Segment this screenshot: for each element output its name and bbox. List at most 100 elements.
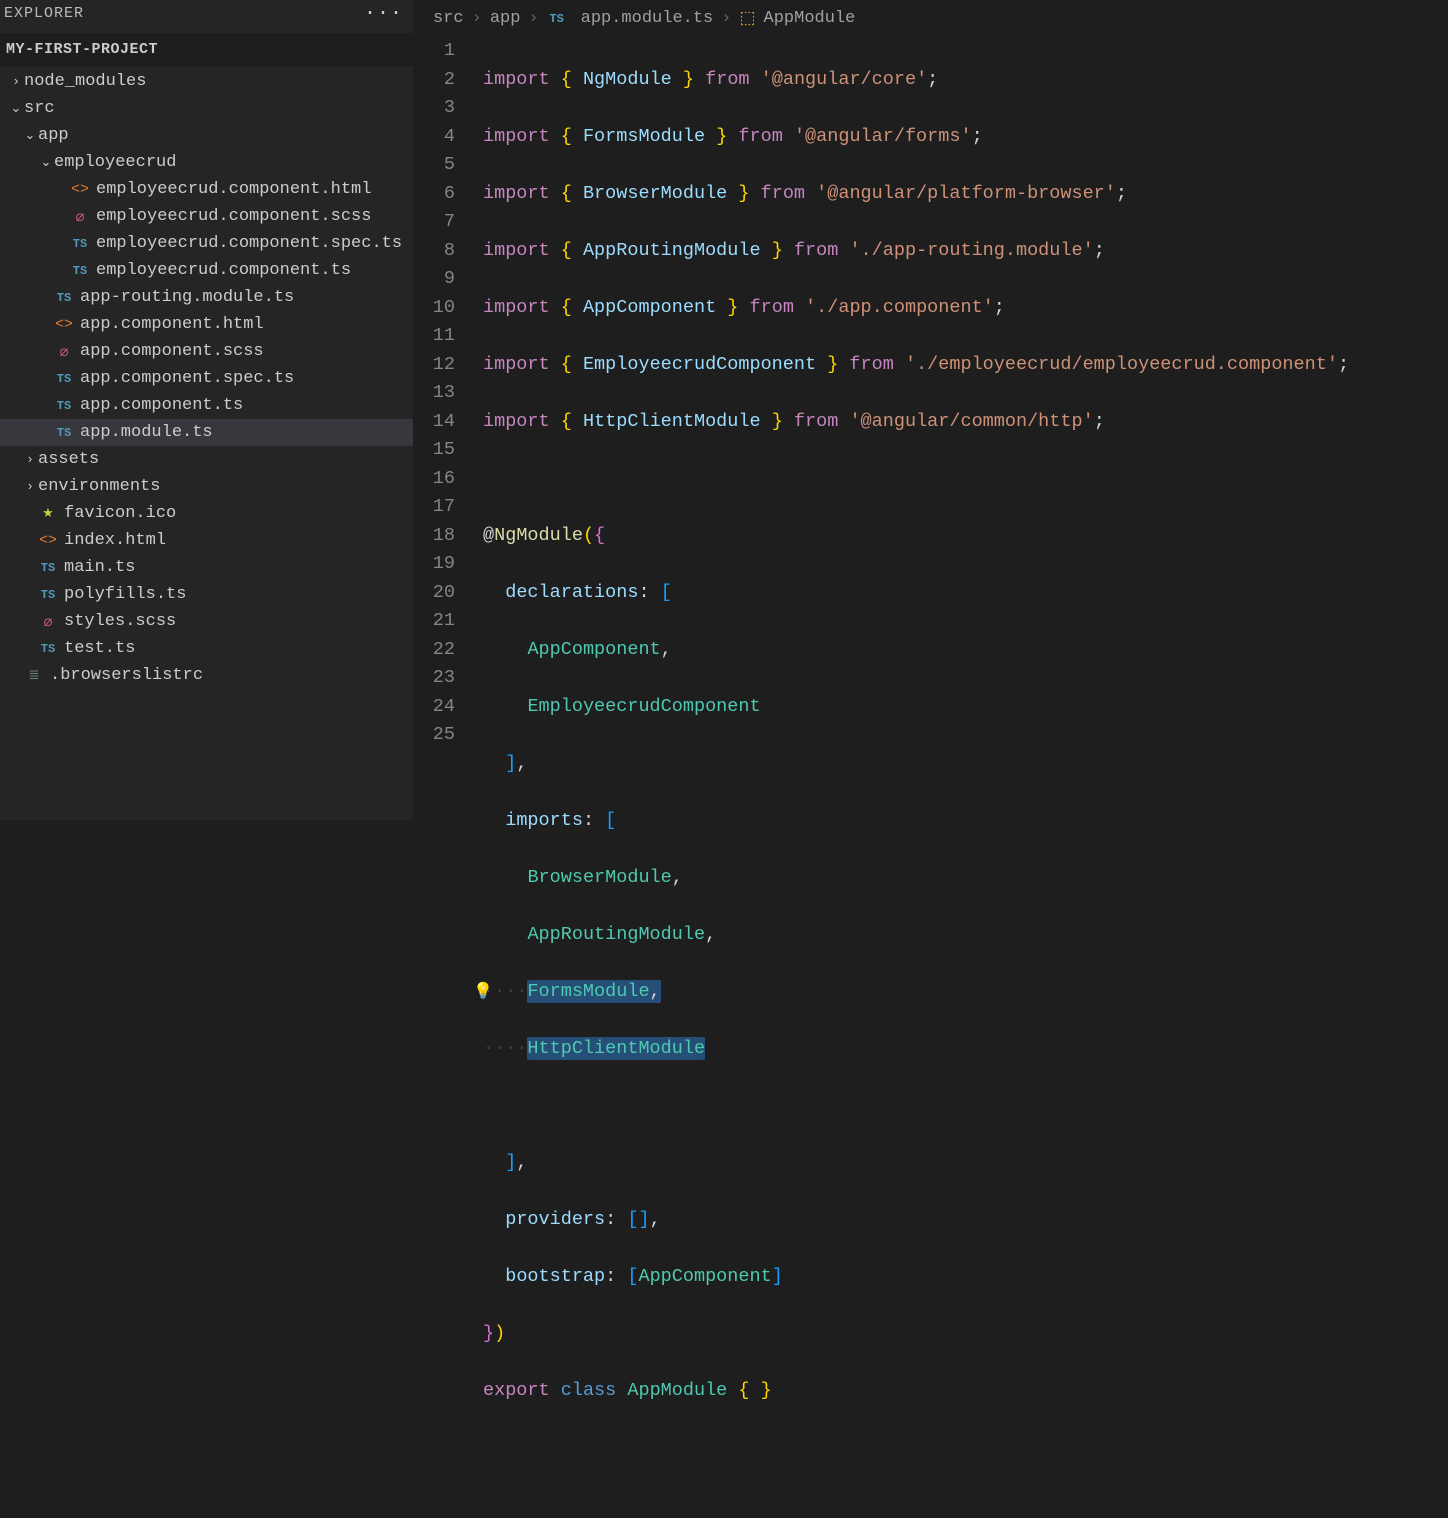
breadcrumb-part[interactable]: app.module.ts: [581, 9, 714, 28]
tree-item[interactable]: ⌄src: [0, 95, 413, 122]
tree-item-label: environments: [38, 477, 160, 496]
line-number: 21: [423, 607, 455, 636]
chevron-icon: ⌄: [22, 128, 38, 143]
html-file-icon: <>: [70, 181, 90, 198]
tree-item[interactable]: TSapp-routing.module.ts: [0, 284, 413, 311]
tree-item[interactable]: <>index.html: [0, 527, 413, 554]
tree-item[interactable]: TSapp.component.ts: [0, 392, 413, 419]
line-number: 14: [423, 408, 455, 437]
breadcrumb-part[interactable]: src: [433, 9, 464, 28]
line-number: 18: [423, 522, 455, 551]
breadcrumb-part[interactable]: app: [490, 9, 521, 28]
tree-item[interactable]: ⌀app.component.scss: [0, 338, 413, 365]
tree-item[interactable]: TS employeecrud.component.ts: [0, 257, 413, 284]
tree-item[interactable]: TS app.component.spec.ts: [0, 365, 413, 392]
tree-item[interactable]: ›node_modules: [0, 68, 413, 95]
ts-file-icon: TS: [547, 12, 567, 26]
config-file-icon: ≣: [24, 668, 44, 683]
line-number: 17: [423, 493, 455, 522]
ts-file-icon: TS: [54, 372, 74, 386]
line-number: 16: [423, 465, 455, 494]
tree-item[interactable]: TSemployeecrud.component.spec.ts: [0, 230, 413, 257]
tree-item-label: test.ts: [64, 639, 135, 658]
line-number: 5: [423, 151, 455, 180]
tree-item-label: employeecrud: [54, 153, 176, 172]
tree-item[interactable]: ★ favicon.ico: [0, 500, 413, 527]
tree-item-label: app.component.html: [80, 315, 264, 334]
tree-item[interactable]: ›environments: [0, 473, 413, 500]
tree-item[interactable]: TSpolyfills.ts: [0, 581, 413, 608]
tree-item[interactable]: ⌀ employeecrud.component.scss: [0, 203, 413, 230]
ts-file-icon: TS: [38, 561, 58, 575]
ts-file-icon: TS: [70, 237, 90, 251]
line-number: 8: [423, 237, 455, 266]
tree-item-label: .browserslistrc: [50, 666, 203, 685]
tree-item-label: main.ts: [64, 558, 135, 577]
tree-item[interactable]: ⌄employeecrud: [0, 149, 413, 176]
tree-item-label: app: [38, 126, 69, 145]
html-file-icon: <>: [38, 532, 58, 549]
lightbulb-icon[interactable]: 💡: [473, 978, 493, 1007]
line-number: 23: [423, 664, 455, 693]
favicon-icon: ★: [38, 506, 58, 521]
tree-item[interactable]: <> employeecrud.component.html: [0, 176, 413, 203]
line-number: 13: [423, 379, 455, 408]
file-tree: ›node_modules⌄src⌄app⌄employeecrud<>empl…: [0, 66, 413, 689]
code-editor[interactable]: 1234567891011121314151617181920212223242…: [413, 37, 1448, 1518]
tree-item-label: app.module.ts: [80, 423, 213, 442]
tree-item[interactable]: ≣ .browserslistrc: [0, 662, 413, 689]
chevron-icon: ⌄: [8, 101, 24, 116]
line-number: 9: [423, 265, 455, 294]
line-number: 24: [423, 693, 455, 722]
tree-item[interactable]: ›assets: [0, 446, 413, 473]
scss-file-icon: ⌀: [38, 612, 58, 631]
chevron-right-icon: ›: [721, 9, 731, 28]
editor-area: ⌀styles.scss<>employeecrud.component.htm…: [413, 0, 1448, 820]
tree-item-label: assets: [38, 450, 99, 469]
tree-item-label: src: [24, 99, 55, 118]
scss-file-icon: ⌀: [70, 207, 90, 226]
ts-file-icon: TS: [38, 588, 58, 602]
line-gutter: 1234567891011121314151617181920212223242…: [423, 37, 483, 1518]
line-number: 6: [423, 180, 455, 209]
tree-item[interactable]: TS app.module.ts: [0, 419, 413, 446]
breadcrumb[interactable]: src › app › TS app.module.ts › ⬚ AppModu…: [413, 0, 1448, 37]
tree-item[interactable]: <>app.component.html: [0, 311, 413, 338]
ts-file-icon: TS: [54, 399, 74, 413]
chevron-icon: ›: [8, 74, 24, 89]
explorer-sidebar: EXPLORER ··· MY-FIRST-PROJECT ›node_modu…: [0, 0, 413, 820]
line-number: 10: [423, 294, 455, 323]
code-content[interactable]: import { NgModule } from '@angular/core'…: [483, 37, 1349, 1518]
tree-item[interactable]: ⌄app: [0, 122, 413, 149]
ts-file-icon: TS: [54, 426, 74, 440]
line-number: 15: [423, 436, 455, 465]
line-number: 12: [423, 351, 455, 380]
tree-item[interactable]: TS main.ts: [0, 554, 413, 581]
breadcrumb-part[interactable]: AppModule: [764, 9, 856, 28]
tree-item-label: employeecrud.component.html: [96, 180, 371, 199]
tree-item-label: employeecrud.component.ts: [96, 261, 351, 280]
tree-item[interactable]: TS test.ts: [0, 635, 413, 662]
line-number: 7: [423, 208, 455, 237]
tree-item-label: app.component.spec.ts: [80, 369, 294, 388]
project-name[interactable]: MY-FIRST-PROJECT: [0, 33, 413, 66]
line-number: 3: [423, 94, 455, 123]
chevron-icon: ⌄: [38, 155, 54, 170]
line-number: 1: [423, 37, 455, 66]
chevron-right-icon: ›: [472, 9, 482, 28]
line-number: 19: [423, 550, 455, 579]
chevron-right-icon: ›: [528, 9, 538, 28]
explorer-more-icon[interactable]: ···: [364, 2, 403, 25]
line-number: 2: [423, 66, 455, 95]
ts-file-icon: TS: [54, 291, 74, 305]
tree-item-label: employeecrud.component.scss: [96, 207, 371, 226]
ts-file-icon: TS: [38, 642, 58, 656]
tree-item[interactable]: ⌀styles.scss: [0, 608, 413, 635]
line-number: 25: [423, 721, 455, 750]
line-number: 4: [423, 123, 455, 152]
ts-file-icon: TS: [70, 264, 90, 278]
tree-item-label: favicon.ico: [64, 504, 176, 523]
line-number: 22: [423, 636, 455, 665]
explorer-title: EXPLORER: [4, 5, 84, 22]
module-icon: ⬚: [739, 8, 755, 29]
